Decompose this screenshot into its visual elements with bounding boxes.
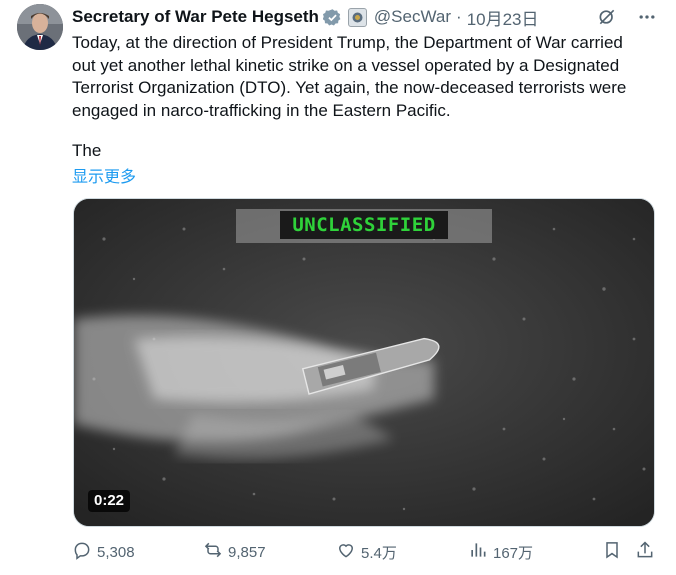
author-avatar[interactable] [17,4,63,50]
tweet-date[interactable]: 10月23日 [467,5,539,30]
tweet-text-line: out yet another lethal kinetic strike on… [72,55,620,75]
grok-icon[interactable] [596,6,618,28]
tweet-text-line: Today, at the direction of President Tru… [72,33,623,52]
affiliate-badge-icon[interactable] [347,7,367,27]
reply-count: 5,308 [97,543,135,561]
views-icon [468,540,488,564]
tweet-text-line: Terrorist Organization (DTO). Yet again,… [72,78,627,97]
tweet-header: Secretary of War Pete Hegseth @SecWar · … [72,5,658,30]
show-more-link[interactable]: 显示更多 [72,163,136,187]
avatar-image [17,4,63,50]
share-icon [635,540,655,564]
verified-badge-icon [322,8,342,27]
tweet-text-tail: The [72,141,102,160]
repost-count: 9,857 [228,543,266,561]
tweet-text-line: engaged in narco-trafficking in the East… [72,100,451,120]
views-button[interactable]: 167万 [468,540,533,564]
header-actions [596,6,658,28]
video-player[interactable]: UNCLASSIFIED 0:22 [73,198,655,527]
author-handle[interactable]: @SecWar [374,7,451,27]
like-count: 5.4万 [361,544,397,562]
reply-button[interactable]: 5,308 [72,540,135,564]
like-icon [336,540,356,564]
author-name[interactable]: Secretary of War Pete Hegseth [72,7,319,27]
classification-label: UNCLASSIFIED [280,211,448,239]
reply-icon [72,540,92,564]
bookmark-icon [602,540,622,564]
repost-icon [203,540,223,564]
separator-dot: · [456,7,462,26]
share-button[interactable] [635,540,655,564]
repost-button[interactable]: 9,857 [203,540,266,564]
video-frame [74,199,654,526]
like-button[interactable]: 5.4万 [336,540,397,564]
more-icon[interactable] [636,6,658,28]
views-count: 167万 [493,544,534,562]
tweet-text: Today, at the direction of President Tru… [72,32,662,122]
tweet-actions: 5,308 9,857 5.4万 167万 [72,540,658,566]
bookmark-button[interactable] [602,540,622,564]
video-duration: 0:22 [88,490,131,512]
